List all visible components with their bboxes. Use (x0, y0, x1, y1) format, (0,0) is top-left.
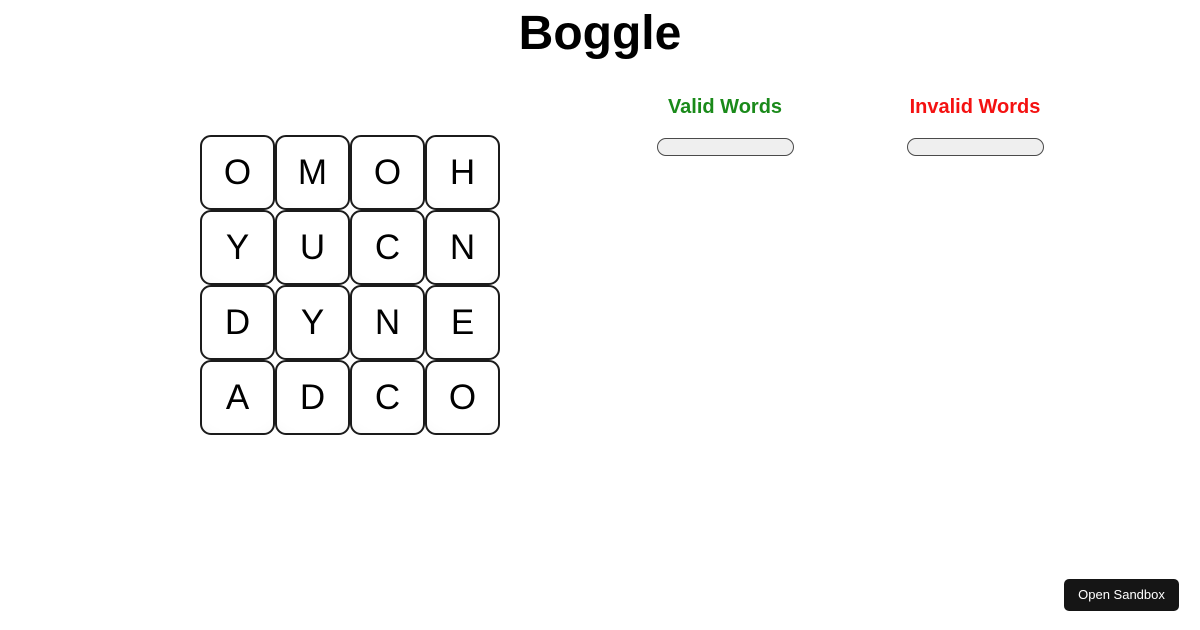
board-tile[interactable]: O (200, 135, 275, 210)
board-tile[interactable]: C (350, 360, 425, 435)
board-tile[interactable]: D (275, 360, 350, 435)
board-tile[interactable]: A (200, 360, 275, 435)
valid-words-panel: Valid Words (625, 95, 825, 156)
invalid-words-panel: Invalid Words (875, 95, 1075, 156)
board-tile[interactable]: N (425, 210, 500, 285)
board-tile[interactable]: H (425, 135, 500, 210)
board-tile[interactable]: O (425, 360, 500, 435)
invalid-words-list[interactable] (906, 138, 1044, 156)
open-sandbox-button[interactable]: Open Sandbox (1064, 579, 1179, 611)
board-tile[interactable]: U (275, 210, 350, 285)
page-title: Boggle (518, 7, 682, 60)
valid-words-list[interactable] (656, 138, 794, 156)
board-tile[interactable]: D (200, 285, 275, 360)
board-tile[interactable]: M (275, 135, 350, 210)
board-tile[interactable]: Y (200, 210, 275, 285)
valid-words-heading: Valid Words (667, 96, 783, 118)
boggle-board: O M O H Y U C N D Y N E A D C O (200, 135, 500, 435)
board-tile[interactable]: O (350, 135, 425, 210)
invalid-words-heading: Invalid Words (909, 96, 1041, 118)
board-tile[interactable]: E (425, 285, 500, 360)
board-tile[interactable]: Y (275, 285, 350, 360)
board-tile[interactable]: N (350, 285, 425, 360)
board-tile[interactable]: C (350, 210, 425, 285)
